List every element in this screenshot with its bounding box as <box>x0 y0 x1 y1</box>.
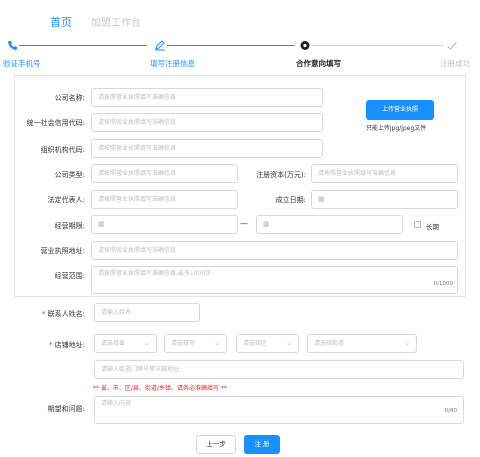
step-label-2: 填写注册信息 <box>150 59 195 68</box>
step-connector-1 <box>19 45 147 46</box>
expectation-textarea[interactable]: 请输入内容 0/80 <box>94 396 464 424</box>
phone-icon <box>7 40 19 51</box>
district-select-value: 请选择区 <box>243 340 268 347</box>
province-select-value: 请选择省 <box>101 340 126 347</box>
address-warning: ** 省、市、区/县、街道/乡镇、请务必准确填写 ** <box>93 385 227 392</box>
company-name-input[interactable]: 请按照营业执照填写准确信息 <box>91 88 323 107</box>
stepper: 验证手机号 填写注册信息 合作意向填写 注册成功 <box>0 40 480 70</box>
required-star: * <box>41 310 46 318</box>
expectation-counter: 0/80 <box>444 408 457 414</box>
company-type-label: 公司类型: <box>54 171 85 179</box>
term-start-date-picker[interactable]: ▦ <box>91 215 238 234</box>
license-address-input[interactable]: 请按照营业执照填写准确信息 <box>91 241 458 260</box>
store-address-label-text: 店铺地址: <box>54 341 85 349</box>
term-label: 经营期限: <box>54 222 85 230</box>
established-date-picker[interactable]: ▦ <box>311 190 458 209</box>
calendar-icon: ▦ <box>318 195 325 203</box>
street-select-value: 请选择街道 <box>314 340 345 347</box>
district-select[interactable]: 请选择区 ⌄ <box>236 334 299 353</box>
org-code-label: 组织机构代码: <box>40 146 85 154</box>
reg-capital-input[interactable]: 请按照营业执照填写准确信息 <box>311 164 458 183</box>
calendar-icon: ▦ <box>263 220 270 228</box>
city-select[interactable]: 请选择市 ⌄ <box>164 334 227 353</box>
calendar-icon: ▦ <box>98 220 105 228</box>
license-address-label: 营业执照地址: <box>40 247 85 255</box>
chevron-down-icon: ⌄ <box>286 339 292 347</box>
pen-icon <box>154 40 166 51</box>
top-nav: 首页 加盟工作台 <box>0 0 480 38</box>
reg-capital-label: 注册资本(万元): <box>256 171 306 179</box>
nav-workbench[interactable]: 加盟工作台 <box>91 14 141 29</box>
legal-rep-input[interactable]: 请按照营业执照填写准确信息 <box>91 190 238 209</box>
page: 首页 加盟工作台 验证手机号 填写注册信息 合作意向填写 注册成功 公司名称: … <box>0 0 480 457</box>
long-term-label: 长期 <box>426 223 439 231</box>
chevron-down-icon: ⌄ <box>404 339 410 347</box>
step-label-3: 合作意向填写 <box>296 59 341 68</box>
term-end-date-picker[interactable]: ▦ <box>256 215 403 234</box>
step-label-4: 注册成功 <box>440 59 470 68</box>
company-type-input[interactable]: 请按照营业执照填写准确信息 <box>91 164 238 183</box>
established-label: 成立日期: <box>275 196 306 204</box>
prev-step-button[interactable]: 上一步 <box>196 435 236 454</box>
upload-license-button[interactable]: 上传营业执照 <box>366 100 434 120</box>
credit-code-input[interactable]: 请按照营业执照填写准确信息 <box>91 113 323 132</box>
contact-name-label: * 联系人姓名: <box>42 309 85 319</box>
step-connector-2 <box>167 45 295 46</box>
step-connector-3 <box>312 45 444 46</box>
chevron-down-icon: ⌄ <box>214 339 220 347</box>
contact-name-input[interactable]: 请输入姓名 <box>94 303 200 322</box>
gear-icon <box>299 40 311 51</box>
required-star: * <box>48 341 53 349</box>
contact-name-label-text: 联系人姓名: <box>47 310 85 318</box>
chevron-down-icon: ⌄ <box>144 339 150 347</box>
step-label-1: 验证手机号 <box>3 59 41 68</box>
province-select[interactable]: 请选择省 ⌄ <box>94 334 157 353</box>
check-icon <box>446 40 458 51</box>
city-select-value: 请选择市 <box>171 340 196 347</box>
nav-home[interactable]: 首页 <box>50 14 72 30</box>
credit-code-label: 统一社会信用代码: <box>26 119 85 127</box>
expectation-placeholder: 请输入内容 <box>101 400 132 407</box>
org-code-input[interactable]: 请按照营业执照填写准确信息 <box>91 139 323 158</box>
store-address-label: * 店铺地址: <box>49 340 85 350</box>
street-select[interactable]: 请选择街道 ⌄ <box>307 334 417 353</box>
register-button[interactable]: 注 册 <box>244 435 280 454</box>
long-term-checkbox[interactable] <box>414 221 421 228</box>
legal-rep-label: 法定代表人: <box>47 196 85 204</box>
business-scope-counter: 0/1000 <box>433 281 453 287</box>
store-address-detail-input[interactable]: 请输入街道门牌号等详细地址 <box>94 360 464 379</box>
upload-hint: 只能上传jpg/jpeg文件 <box>366 125 427 132</box>
business-scope-label: 经营范围: <box>54 272 85 280</box>
business-scope-textarea[interactable]: 请按照营业执照填写准确信息,最多1000字 0/1000 <box>91 266 458 294</box>
term-dash: — <box>240 219 248 228</box>
business-scope-placeholder: 请按照营业执照填写准确信息,最多1000字 <box>98 270 212 277</box>
company-name-label: 公司名称: <box>54 94 85 102</box>
expectation-label: 期望和问题: <box>47 405 85 413</box>
